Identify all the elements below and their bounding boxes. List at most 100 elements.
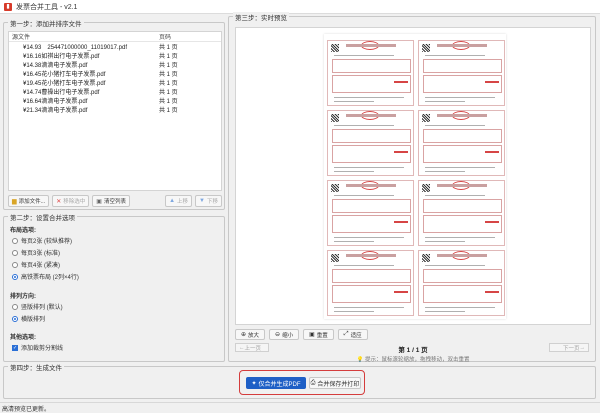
file-name: ¥16.16如祺出行电子发票.pdf	[23, 54, 100, 60]
preview-page	[324, 34, 506, 319]
merge-print-label: 合并保存并打印	[317, 381, 360, 388]
invoice-box	[423, 75, 502, 93]
invoice-amount-mark	[394, 151, 408, 153]
step4-group: 第四步：生成文件 ✦ 仅合并生成PDF ⎙ 合并保存并打印	[3, 362, 596, 399]
layout-option-train[interactable]: 高铁票布局 (2列×4行)	[12, 272, 79, 281]
invoice-box	[423, 145, 502, 163]
invoice-thumbnail	[418, 40, 505, 106]
invoice-box	[332, 285, 411, 303]
invoice-amount-mark	[394, 81, 408, 83]
column-header-pages[interactable]: 页码	[159, 32, 219, 41]
invoice-amount-mark	[394, 291, 408, 293]
radio-button[interactable]	[12, 261, 18, 268]
invoice-thumbnail	[327, 40, 414, 106]
invoice-line	[425, 101, 465, 102]
list-item[interactable]: ¥16.64滴滴电子发票.pdf 共 1 页	[9, 96, 221, 105]
invoice-line	[334, 307, 404, 308]
clear-list-label: 清空列表	[103, 199, 126, 205]
invoice-box	[423, 269, 502, 283]
radio-button[interactable]	[12, 303, 18, 310]
list-item[interactable]: ¥19.45花小猪打车电子发票.pdf 共 1 页	[9, 78, 221, 87]
file-pages: 共 1 页	[159, 108, 178, 114]
radio-button-selected[interactable]	[12, 315, 18, 322]
invoice-box	[332, 145, 411, 163]
file-pages: 共 1 页	[159, 81, 178, 87]
file-pages: 共 1 页	[159, 54, 178, 60]
next-page-button[interactable]: 下一页 →	[549, 343, 589, 352]
printer-icon: ⎙	[310, 379, 316, 386]
reset-button[interactable]: ▣ 重置	[303, 329, 334, 340]
list-item[interactable]: ¥14.93 254471000000_11019017.pdf 共 1 页	[9, 42, 221, 51]
invoice-line	[334, 195, 394, 196]
file-pages: 共 1 页	[159, 90, 178, 96]
invoice-line	[425, 171, 465, 172]
radio-button[interactable]	[12, 249, 18, 256]
fit-button[interactable]: ⤢ 适应	[337, 329, 368, 340]
file-pages: 共 1 页	[159, 99, 178, 105]
layout-option-4[interactable]: 每页4张 (紧凑)	[12, 260, 60, 269]
invoice-amount-mark	[394, 221, 408, 223]
status-text: 高清预览已更新。	[2, 406, 51, 413]
page-indicator: 第 1 / 1 页	[398, 347, 428, 354]
column-header-file[interactable]: 源文件	[9, 32, 159, 41]
fit-icon: ⤢	[343, 331, 349, 337]
invoice-line	[425, 97, 495, 98]
invoice-thumbnail	[418, 250, 505, 316]
list-item[interactable]: ¥16.16如祺出行电子发票.pdf 共 1 页	[9, 51, 221, 60]
move-down-button[interactable]: ▼ 下移	[195, 195, 222, 207]
layout-label: 布局选项:	[10, 228, 36, 234]
step4-title: 第四步：生成文件	[8, 362, 64, 372]
file-pages: 共 1 页	[159, 72, 178, 78]
list-item[interactable]: ¥14.38滴滴电子发票.pdf 共 1 页	[9, 60, 221, 69]
remove-selected-button[interactable]: ✕ 移除选中	[52, 195, 90, 207]
file-pages: 共 1 页	[159, 63, 178, 69]
zoom-out-button[interactable]: ⊖ 缩小	[269, 329, 300, 340]
zoom-in-button[interactable]: ⊕ 放大	[235, 329, 266, 340]
radio-button-selected[interactable]	[12, 273, 18, 280]
list-item[interactable]: ¥21.34滴滴电子发票.pdf 共 1 页	[9, 105, 221, 114]
invoice-line	[425, 167, 495, 168]
lightbulb-icon: 💡	[356, 357, 364, 363]
preview-hint-text: 提示：鼠标滚轮缩放，拖拽移动，双击重置	[364, 357, 470, 363]
order-option-horizontal[interactable]: 横版排列	[12, 314, 45, 323]
zoom-in-label: 放大	[248, 332, 260, 339]
invoice-box	[423, 215, 502, 233]
zoom-out-icon: ⊖	[275, 332, 281, 338]
invoice-thumbnail	[327, 180, 414, 246]
list-item[interactable]: ¥14.74曹操出行电子发票.pdf 共 1 页	[9, 87, 221, 96]
crop-line-checkbox[interactable]: ✓ 添加裁剪分割线	[12, 343, 63, 352]
move-up-label: 上移	[177, 199, 189, 205]
list-item[interactable]: ¥16.45花小猪打车电子发票.pdf 共 1 页	[9, 69, 221, 78]
invoice-box	[423, 59, 502, 73]
layout-option-2[interactable]: 每页2张 (较纵推荐)	[12, 236, 72, 245]
clear-list-button[interactable]: ▣ 清空列表	[92, 195, 130, 207]
invoice-line	[425, 125, 485, 126]
layout-option-3[interactable]: 每页3张 (标准)	[12, 248, 60, 257]
invoice-line	[425, 307, 495, 308]
merge-print-button[interactable]: ⎙ 合并保存并打印	[309, 377, 361, 389]
preview-canvas[interactable]	[235, 27, 591, 325]
qr-code-icon	[422, 254, 430, 262]
invoice-line	[334, 237, 404, 238]
order-option-vertical[interactable]: 竖版排列 (默认)	[12, 302, 63, 311]
remove-selected-label: 移除选中	[63, 199, 86, 205]
invoice-box	[332, 129, 411, 143]
add-file-button[interactable]: ▆ 添加文件...	[8, 195, 50, 207]
order-label: 排列方向:	[10, 294, 36, 300]
radio-button[interactable]	[12, 237, 18, 244]
fit-label: 适应	[350, 332, 362, 339]
invoice-title-bar	[437, 184, 487, 187]
qr-code-icon	[331, 114, 339, 122]
clear-icon: ▣	[96, 198, 102, 205]
order-option-label: 竖版排列 (默认)	[21, 305, 63, 311]
merge-pdf-button[interactable]: ✦ 仅合并生成PDF	[246, 377, 306, 389]
invoice-line	[334, 125, 394, 126]
reset-label: 重置	[316, 332, 328, 339]
add-file-label: 添加文件...	[18, 199, 46, 205]
move-up-button[interactable]: ▲ 上移	[165, 195, 193, 207]
invoice-line	[334, 97, 404, 98]
invoice-thumbnail	[418, 110, 505, 176]
checkbox-checked[interactable]: ✓	[12, 344, 18, 351]
invoice-box	[423, 199, 502, 213]
file-list[interactable]: 源文件 页码 ¥14.93 254471000000_11019017.pdf 共…	[8, 31, 222, 191]
